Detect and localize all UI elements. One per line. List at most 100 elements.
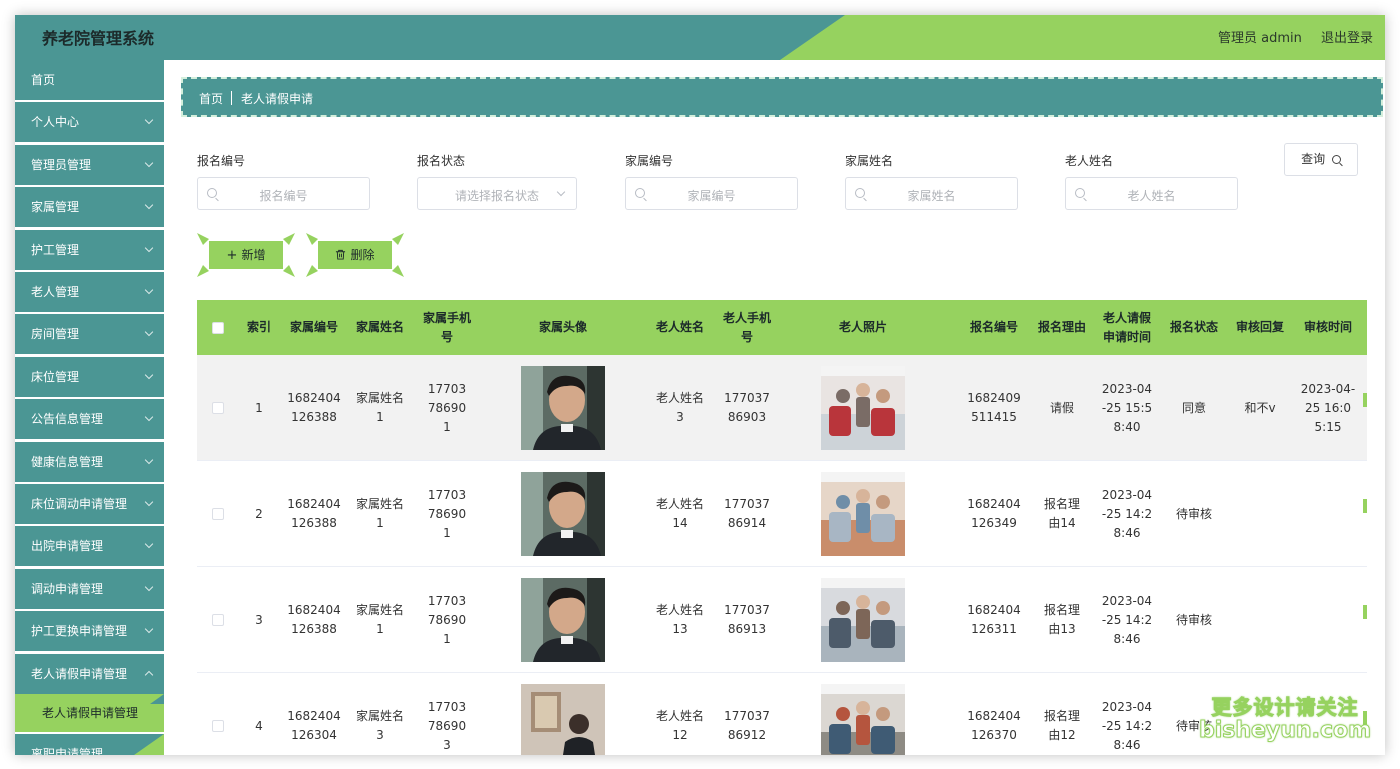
cell-laoren-photo bbox=[777, 461, 949, 567]
th-jiashu-avatar: 家属头像 bbox=[538, 320, 587, 334]
query-button[interactable]: 查询 bbox=[1284, 143, 1358, 176]
sidebar-item[interactable]: 个人中心 bbox=[15, 102, 164, 143]
sidebar-item[interactable]: 护工更换申请管理 bbox=[15, 611, 164, 652]
row-checkbox[interactable] bbox=[212, 402, 224, 414]
sidebar: 首页个人中心管理员管理家属管理 护工管理老人管理房间管理床位管理公告信息管理 健康信… bbox=[15, 60, 165, 755]
sidebar-item[interactable]: 健康信息管理 bbox=[15, 441, 164, 482]
cell-reason: 报名理由14 bbox=[1043, 497, 1080, 530]
cell-jiashu-no: 1682404126388 bbox=[287, 497, 341, 530]
sidebar-item-label: 护工更换申请管理 bbox=[31, 624, 128, 639]
table-row[interactable]: 2 1682404126388 家属姓名1 17703786901 老人姓名14 1770… bbox=[197, 461, 1367, 567]
laoren-name-input[interactable]: 老人姓名 bbox=[1065, 177, 1238, 210]
breadcrumb-home[interactable]: 首页 bbox=[199, 90, 223, 107]
sidebar-item[interactable]: 调动申请管理 bbox=[15, 568, 164, 609]
add-button[interactable]: + 新增 bbox=[197, 233, 295, 277]
cell-laoren-name: 老人姓名13 bbox=[655, 603, 704, 636]
row-checkbox[interactable] bbox=[212, 720, 224, 732]
row-select-cell bbox=[197, 355, 239, 461]
sidebar-item-label: 出院申请管理 bbox=[31, 539, 104, 554]
sidebar-item-label: 健康信息管理 bbox=[31, 454, 104, 469]
cell-laoren-photo bbox=[777, 673, 949, 755]
th-laoren-phone: 老人手机号 bbox=[723, 310, 772, 344]
sidebar-subitem-laoren-qingjia[interactable]: 老人请假申请管理 bbox=[15, 694, 164, 732]
row-select-cell bbox=[197, 461, 239, 567]
elder-photo-image bbox=[821, 684, 905, 755]
family-avatar-image bbox=[521, 472, 605, 556]
jiashu-name-input[interactable]: 家属姓名 bbox=[845, 177, 1018, 210]
row-action-edge[interactable] bbox=[1363, 605, 1367, 619]
row-checkbox[interactable] bbox=[212, 614, 224, 626]
delete-button[interactable]: 删除 bbox=[306, 233, 404, 277]
sidebar-item-label: 床位管理 bbox=[31, 369, 80, 384]
table-row[interactable]: 1 1682404126388 家属姓名1 17703786901 老人姓名3 17703… bbox=[197, 355, 1367, 461]
chevron-down-icon bbox=[144, 328, 154, 337]
sidebar-item[interactable]: 护工管理 bbox=[15, 229, 164, 270]
app-frame: 养老院管理系统 管理员 admin 退出登录 首页 个人中心 管理员管理 家属管理 护工… bbox=[15, 15, 1385, 755]
table-row[interactable]: 3 1682404126388 家属姓名1 17703786901 老人姓名13 1770… bbox=[197, 567, 1367, 673]
sidebar-item[interactable]: 首页 bbox=[15, 60, 164, 100]
cell-jiashu-name: 家属姓名1 bbox=[355, 497, 404, 530]
cell-index: 1 bbox=[255, 400, 263, 415]
chevron-down-icon bbox=[144, 116, 154, 125]
button-corner bbox=[283, 265, 295, 277]
watermark-line2: bisheyun.com bbox=[1198, 718, 1372, 744]
logout-link[interactable]: 退出登录 bbox=[1321, 27, 1373, 46]
cell-reply bbox=[1227, 567, 1293, 673]
sidebar-item[interactable]: 出院申请管理 bbox=[15, 526, 164, 567]
cell-laoren-name: 老人姓名14 bbox=[655, 497, 704, 530]
sidebar-item-label: 首页 bbox=[31, 73, 56, 87]
chevron-down-icon bbox=[144, 624, 154, 634]
elder-photo-image bbox=[821, 366, 905, 450]
sidebar-item[interactable]: 公告信息管理 bbox=[15, 399, 164, 440]
sidebar-item[interactable]: 床位调动申请管理 bbox=[15, 484, 164, 524]
subitem-notch bbox=[150, 694, 164, 704]
sidebar-item-label: 管理员管理 bbox=[31, 157, 92, 172]
cell-jiashu-name: 家属姓名3 bbox=[355, 709, 404, 742]
delete-button-body[interactable]: 删除 bbox=[318, 241, 392, 269]
row-checkbox[interactable] bbox=[212, 508, 224, 520]
baoming-no-input[interactable]: 报名编号 bbox=[197, 177, 370, 210]
chevron-down-icon bbox=[144, 412, 154, 422]
cell-jiashu-phone: 17703786901 bbox=[427, 381, 467, 434]
row-action-edge[interactable] bbox=[1363, 393, 1367, 407]
breadcrumb: 首页 老人请假申请 bbox=[181, 77, 1383, 117]
select-all-checkbox[interactable] bbox=[212, 321, 224, 334]
button-corner bbox=[197, 265, 209, 277]
cell-status: 待审核 bbox=[1175, 612, 1212, 627]
button-corner bbox=[197, 233, 209, 245]
family-avatar-image bbox=[521, 684, 605, 755]
th-reason: 报名理由 bbox=[1037, 320, 1086, 334]
button-corner bbox=[306, 265, 318, 277]
th-jiashu-name: 家属姓名 bbox=[355, 320, 404, 334]
sidebar-item-label: 个人中心 bbox=[31, 115, 80, 130]
chevron-down-icon bbox=[144, 497, 154, 507]
elder-photo-image bbox=[821, 472, 905, 556]
sidebar-item-label: 公告信息管理 bbox=[31, 412, 104, 427]
baoming-status-select[interactable]: 请选择报名状态 bbox=[417, 177, 577, 210]
th-index: 索引 bbox=[246, 320, 271, 334]
filter-label-jiashu-name: 家属姓名 bbox=[845, 154, 894, 168]
chevron-down-icon bbox=[144, 582, 154, 592]
sidebar-item[interactable]: 房间管理 bbox=[15, 314, 164, 355]
sidebar-item[interactable]: 老人请假申请管理 bbox=[15, 653, 164, 694]
cell-jiashu-avatar bbox=[483, 355, 643, 461]
add-button-body[interactable]: + 新增 bbox=[209, 241, 283, 269]
top-header: 养老院管理系统 管理员 admin 退出登录 bbox=[15, 15, 1385, 60]
sidebar-item[interactable]: 家属管理 bbox=[15, 187, 164, 228]
th-laoren-photo: 老人照片 bbox=[838, 320, 887, 334]
elder-photo-image bbox=[821, 578, 905, 662]
cell-reason: 请假 bbox=[1049, 400, 1074, 415]
sidebar-item[interactable]: 床位管理 bbox=[15, 356, 164, 397]
jiashu-no-input[interactable]: 家属编号 bbox=[625, 177, 798, 210]
sidebar-item[interactable]: 管理员管理 bbox=[15, 144, 164, 185]
row-action-edge[interactable] bbox=[1363, 499, 1367, 513]
cell-apply-time: 2023-04-25 14:28:46 bbox=[1101, 593, 1153, 646]
cell-jiashu-phone: 17703786901 bbox=[427, 593, 467, 646]
sidebar-item-lizhi[interactable]: 离职申请管理 bbox=[15, 734, 164, 755]
button-corner bbox=[283, 233, 295, 245]
watermark-line1: 更多设计请关注 bbox=[1211, 695, 1359, 720]
sidebar-item-label: 老人管理 bbox=[31, 285, 80, 299]
jiashu-no-placeholder: 家属编号 bbox=[687, 189, 736, 203]
sidebar-item[interactable]: 老人管理 bbox=[15, 272, 164, 312]
sidebar-item-label: 离职申请管理 bbox=[31, 747, 104, 755]
